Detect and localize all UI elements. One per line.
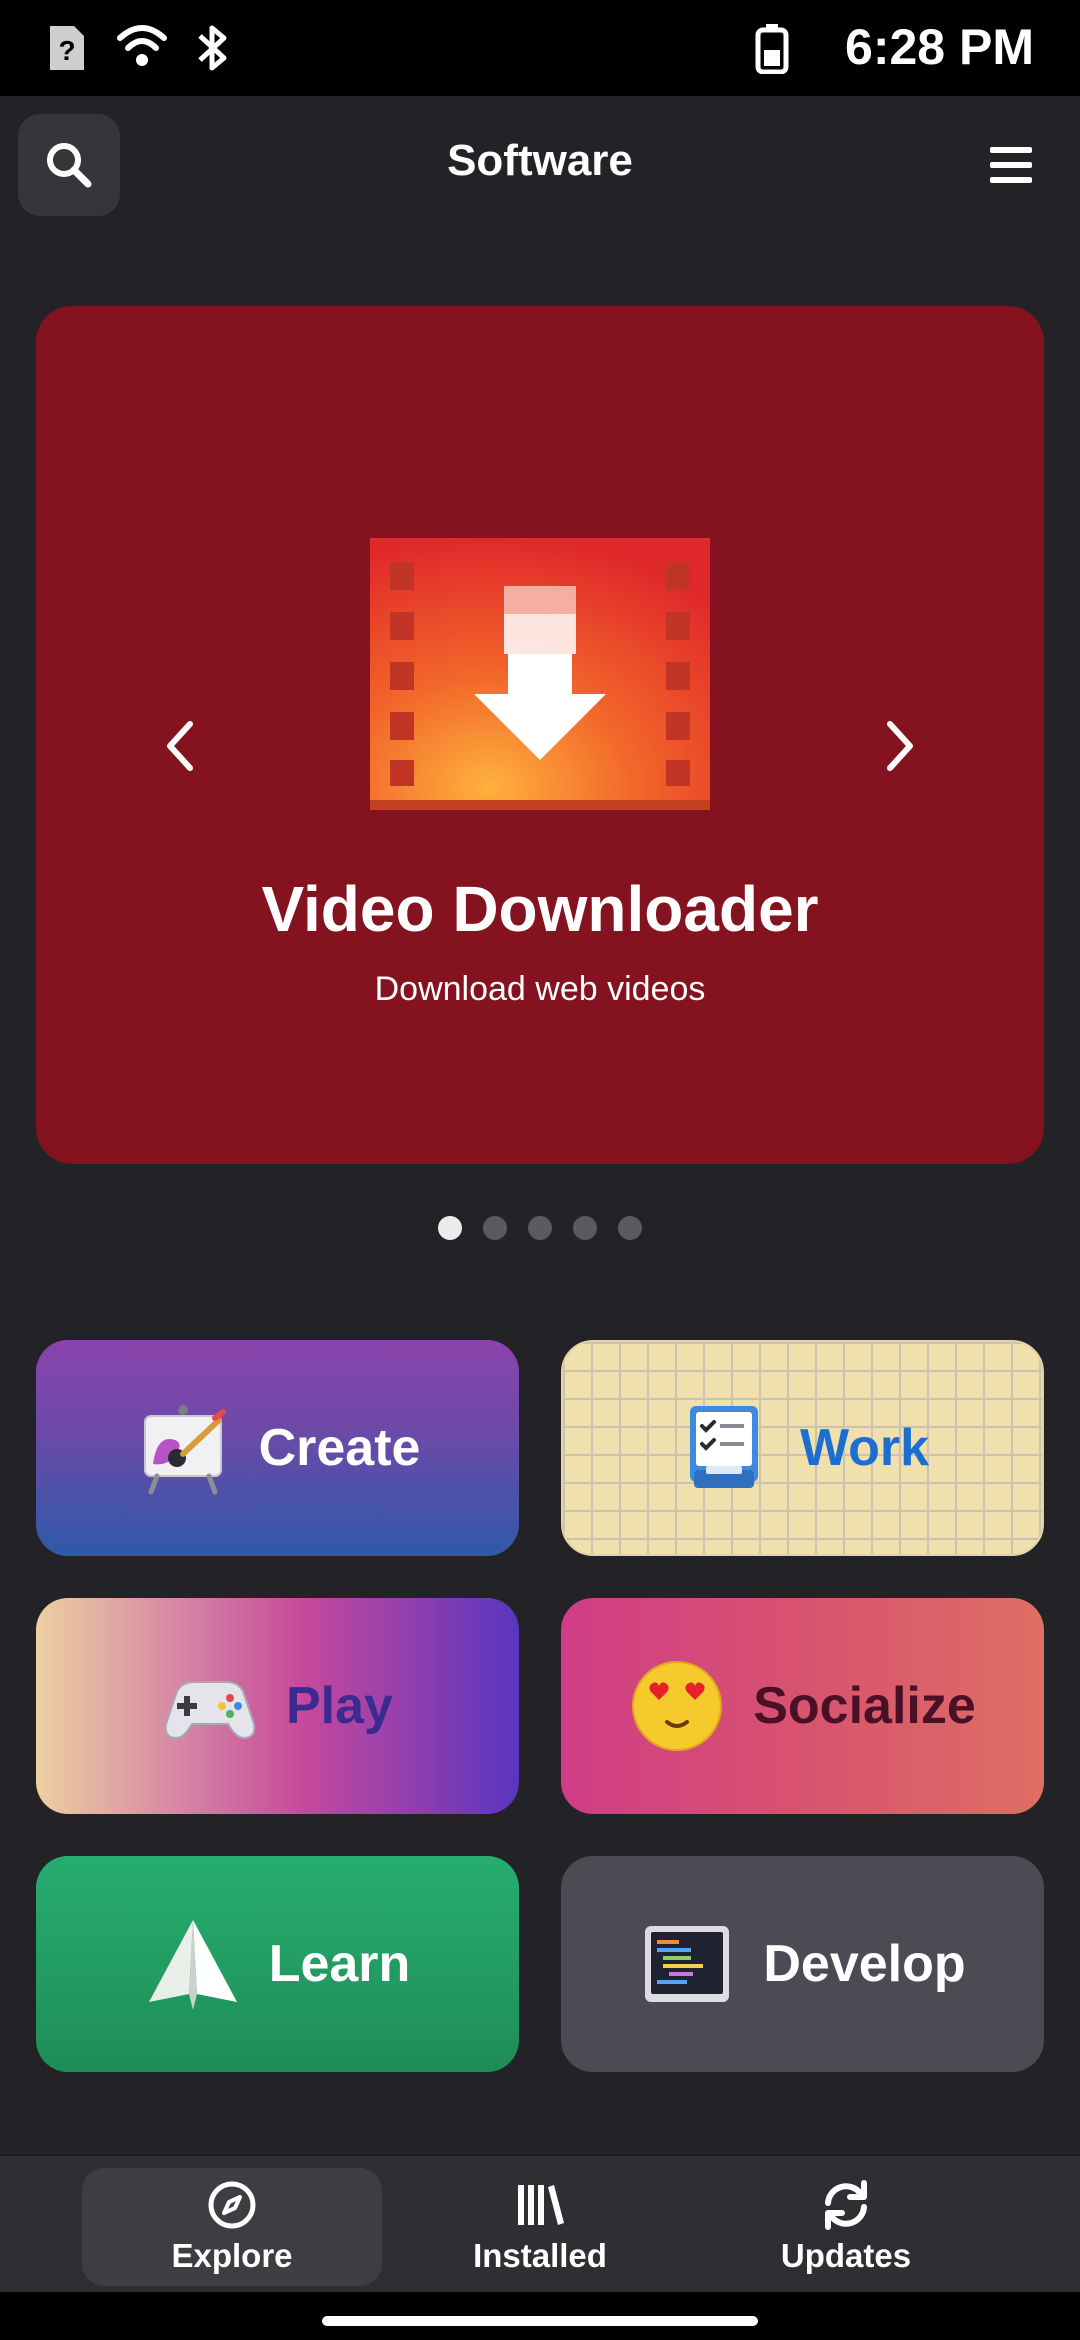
bottom-navigation: Explore Installed Updates — [0, 2154, 1080, 2292]
gamepad-icon — [164, 1681, 256, 1740]
library-icon — [518, 2185, 564, 2225]
category-socialize-tile[interactable]: Socialize — [561, 1598, 1044, 1814]
carousel-dot[interactable] — [483, 1216, 507, 1240]
nav-updates[interactable]: Updates — [696, 2168, 996, 2286]
code-editor-icon — [645, 1926, 730, 2002]
carousel-next-button[interactable] — [860, 706, 940, 786]
category-label: Play — [286, 1677, 393, 1735]
banner-title: Video Downloader — [261, 873, 819, 945]
nav-label: Installed — [473, 2237, 607, 2274]
compass-icon — [208, 2181, 256, 2229]
video-download-icon — [370, 538, 710, 810]
app-header: Software — [0, 96, 1080, 236]
carousel-dot[interactable] — [618, 1216, 642, 1240]
home-gesture-handle[interactable] — [322, 2316, 758, 2326]
nav-label: Explore — [171, 2237, 293, 2274]
category-develop-tile[interactable]: Develop — [561, 1856, 1044, 2072]
easel-paint-icon — [143, 1405, 226, 1495]
refresh-icon — [825, 2180, 867, 2230]
checklist-icon — [689, 1406, 758, 1488]
featured-banner[interactable]: Video Downloader Download web videos — [36, 306, 1044, 1164]
category-learn-tile[interactable]: Learn — [36, 1856, 519, 2072]
category-label: Work — [799, 1419, 930, 1477]
carousel-indicator — [0, 1216, 1080, 1240]
category-label: Create — [258, 1419, 421, 1477]
bluetooth-icon — [198, 25, 227, 71]
hamburger-menu-icon — [990, 147, 1032, 183]
svg-text:?: ? — [58, 35, 75, 66]
sim-unknown-icon: ? — [50, 26, 84, 70]
chevron-right-icon — [887, 721, 913, 771]
carousel-dot[interactable] — [438, 1216, 462, 1240]
category-work-tile[interactable]: Work — [561, 1340, 1044, 1556]
wifi-icon — [117, 25, 167, 66]
carousel-dot[interactable] — [528, 1216, 552, 1240]
page-title: Software — [447, 136, 633, 185]
category-play-tile[interactable]: Play — [36, 1598, 519, 1814]
carousel-prev-button[interactable] — [140, 706, 220, 786]
carousel-dot[interactable] — [573, 1216, 597, 1240]
nav-explore[interactable]: Explore — [82, 2168, 382, 2286]
battery-icon — [755, 24, 789, 74]
heart-eyes-emoji-icon — [632, 1661, 723, 1751]
nav-label: Updates — [780, 2237, 912, 2274]
clock: 6:28 PM — [845, 19, 1034, 75]
main-menu-button[interactable] — [960, 114, 1062, 216]
category-label: Socialize — [753, 1677, 976, 1735]
paper-plane-icon — [148, 1920, 237, 2010]
category-label: Learn — [268, 1935, 411, 1993]
status-bar: ? 6:28 PM — [0, 0, 1080, 96]
category-label: Develop — [763, 1935, 966, 1993]
nav-installed[interactable]: Installed — [390, 2168, 690, 2286]
banner-subtitle: Download web videos — [374, 970, 706, 1008]
chevron-left-icon — [167, 721, 193, 771]
category-create-tile[interactable]: Create — [36, 1340, 519, 1556]
